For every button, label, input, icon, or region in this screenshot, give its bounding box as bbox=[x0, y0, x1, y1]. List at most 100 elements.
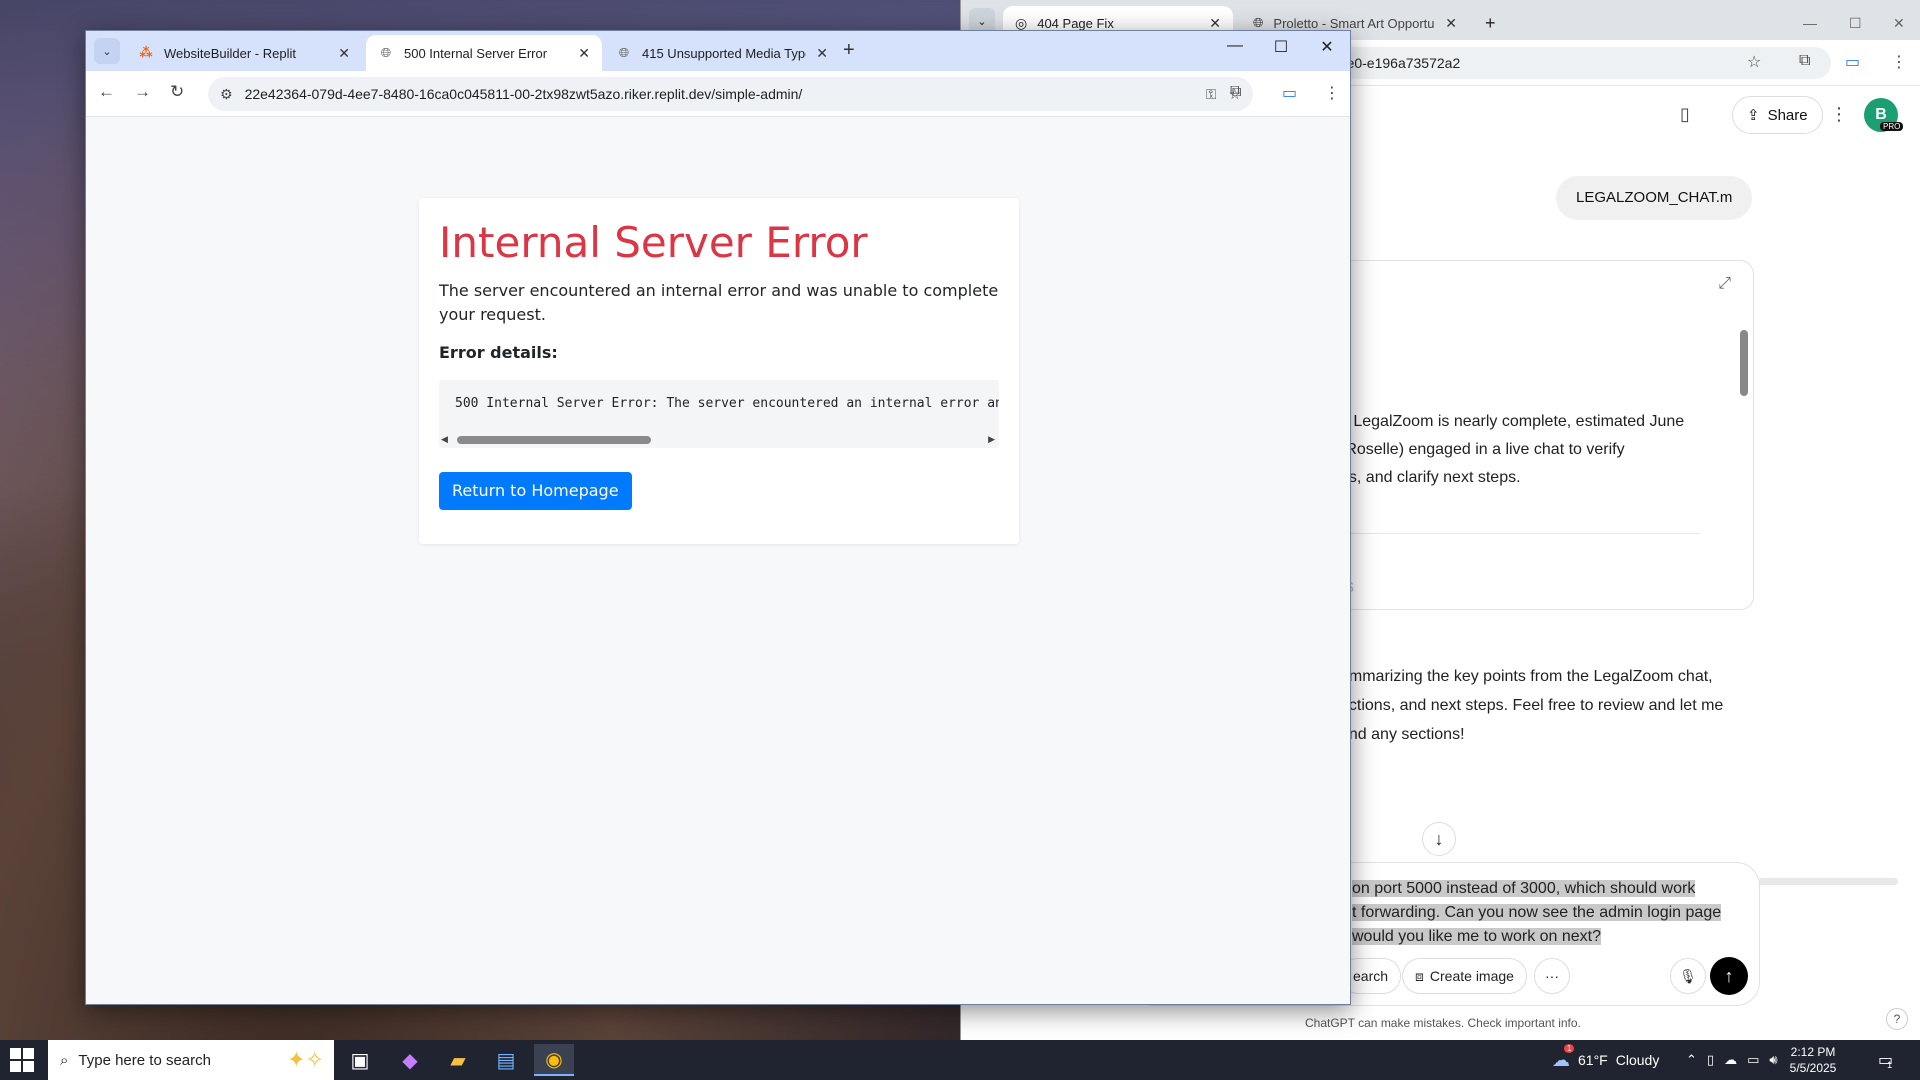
clock-time: 2:12 PM bbox=[1790, 1045, 1836, 1059]
maximize-button[interactable]: ☐ bbox=[1258, 37, 1304, 57]
browser-window: ⌄ ⁂ WebsiteBuilder - Replit ✕ 🌐︎ 500 Int… bbox=[85, 30, 1351, 1005]
menu-icon[interactable]: ⋮ bbox=[1324, 83, 1340, 103]
pill-label: Create image bbox=[1429, 968, 1514, 984]
onedrive-icon[interactable]: ☁︎ bbox=[1724, 1052, 1737, 1068]
site-info-icon[interactable]: ⚙︎ bbox=[220, 86, 233, 103]
microphone-icon: 🎙︎ bbox=[1679, 967, 1697, 984]
notifications-button[interactable]: ▭ 1 bbox=[1878, 1040, 1893, 1080]
forward-arrow-icon[interactable]: → bbox=[134, 82, 151, 102]
maximize-button[interactable]: ☐ bbox=[1837, 6, 1874, 40]
menu-icon[interactable]: ⋮ bbox=[1891, 52, 1907, 72]
reload-icon[interactable]: ↻ bbox=[170, 82, 184, 102]
tab-strip: ⌄ ⁂ WebsiteBuilder - Replit ✕ 🌐︎ 500 Int… bbox=[86, 31, 1350, 71]
scroll-right-icon[interactable]: ▶ bbox=[988, 434, 995, 445]
password-key-icon[interactable]: ⚿ bbox=[1206, 86, 1217, 103]
reply-line: actions, and next steps. Feel free to re… bbox=[1340, 697, 1724, 714]
chevron-up-icon[interactable]: ⌃ bbox=[1686, 1052, 1697, 1068]
composer-text[interactable]: on port 5000 instead of 3000, which shou… bbox=[1352, 877, 1752, 949]
tab-title: WebsiteBuilder - Replit bbox=[164, 45, 296, 61]
create-image-button[interactable]: ⧈ Create image bbox=[1402, 958, 1527, 994]
tab-search-button[interactable]: ⌄ bbox=[94, 38, 120, 64]
file-explorer-icon[interactable]: ▰ bbox=[438, 1044, 478, 1076]
image-icon: ⧈ bbox=[1415, 967, 1424, 984]
composer-line: would you like me to work on next? bbox=[1352, 928, 1602, 945]
close-tab-icon[interactable]: ✕ bbox=[338, 45, 350, 62]
error-card: Internal Server Error The server encount… bbox=[419, 198, 1019, 544]
new-tab-button[interactable]: + bbox=[1473, 6, 1508, 40]
star-icon[interactable]: ☆ bbox=[1747, 52, 1761, 72]
doc-line: us, and clarify next steps. bbox=[1340, 469, 1521, 486]
copilot-icon[interactable]: ◆ bbox=[390, 1044, 430, 1076]
clock[interactable]: 2:12 PM 5/5/2025 bbox=[1768, 1044, 1858, 1076]
send-button[interactable]: ↑ bbox=[1710, 957, 1748, 995]
reply-line: ummarizing the key points from the Legal… bbox=[1340, 668, 1713, 685]
profile-extension-icon[interactable]: ▭ bbox=[1845, 52, 1860, 72]
extensions-icon[interactable]: ⧉ bbox=[1230, 83, 1241, 101]
network-icon[interactable]: ▭ bbox=[1747, 1052, 1759, 1068]
system-tray: ⌃ ▯ ☁︎ ▭ 🔊︎ bbox=[1686, 1040, 1778, 1080]
error-details-code-block[interactable]: 500 Internal Server Error: The server en… bbox=[439, 380, 999, 448]
reply-line: and any sections! bbox=[1340, 726, 1465, 743]
tab-title: 500 Internal Server Error bbox=[404, 45, 548, 61]
tab-title: Proletto - Smart Art Opportuni bbox=[1273, 15, 1436, 31]
close-tab-icon[interactable]: ✕ bbox=[816, 45, 828, 62]
microphone-button[interactable]: 🎙︎ bbox=[1670, 958, 1706, 994]
return-to-homepage-button[interactable]: Return to Homepage bbox=[439, 472, 632, 510]
tab-title: 415 Unsupported Media Type bbox=[642, 45, 807, 61]
more-options-icon[interactable]: ⋮ bbox=[1830, 104, 1848, 125]
expand-icon[interactable]: ⤢ bbox=[1718, 275, 1731, 293]
scroll-thumb[interactable] bbox=[457, 436, 651, 444]
sparkle-icon: ✦✧ bbox=[287, 1047, 324, 1072]
scroll-left-icon[interactable]: ◀ bbox=[441, 434, 448, 445]
extensions-icon[interactable]: ⧉ bbox=[1799, 52, 1810, 70]
doc-scrollbar[interactable] bbox=[1740, 330, 1748, 396]
globe-icon: 🌐︎ bbox=[1253, 15, 1264, 30]
close-window-button[interactable]: ✕ bbox=[1304, 37, 1350, 57]
doc-line: (Roselle) engaged in a live chat to veri… bbox=[1340, 441, 1625, 458]
close-tab-icon[interactable]: ✕ bbox=[1209, 15, 1221, 32]
arrow-up-icon: ↑ bbox=[1724, 965, 1734, 986]
globe-icon: 🌐︎ bbox=[380, 45, 392, 60]
tab-500-internal-server-error[interactable]: 🌐︎ 500 Internal Server Error ✕ bbox=[366, 35, 602, 71]
tab-415-unsupported-media-type[interactable]: 🌐︎ 415 Unsupported Media Type ✕ bbox=[604, 35, 840, 71]
address-bar[interactable]: ⚙︎ 22e42364-079d-4ee7-8480-16ca0c045811-… bbox=[208, 77, 1253, 111]
assistant-reply: ummarizing the key points from the Legal… bbox=[1340, 662, 1760, 749]
document-icon[interactable]: ▯ bbox=[1680, 104, 1690, 125]
new-tab-button[interactable]: + bbox=[843, 39, 855, 62]
close-tab-icon[interactable]: ✕ bbox=[578, 45, 590, 62]
store-icon[interactable]: ▤ bbox=[486, 1044, 526, 1076]
task-view-icon[interactable]: ▣ bbox=[340, 1044, 380, 1076]
more-tools-button[interactable]: ··· bbox=[1534, 958, 1570, 994]
windows-start-button[interactable] bbox=[10, 1048, 34, 1072]
tablet-icon[interactable]: ▯ bbox=[1707, 1052, 1714, 1068]
minimize-button[interactable]: — bbox=[1212, 37, 1258, 55]
close-tab-icon[interactable]: ✕ bbox=[1445, 15, 1457, 32]
scroll-down-button[interactable]: ↓ bbox=[1422, 822, 1456, 856]
minimize-button[interactable]: — bbox=[1791, 6, 1829, 40]
back-arrow-icon[interactable]: ← bbox=[98, 82, 115, 102]
weather-text: Cloudy bbox=[1615, 1052, 1660, 1068]
divider bbox=[1340, 533, 1700, 534]
tab-websitebuilder-replit[interactable]: ⁂ WebsiteBuilder - Replit ✕ bbox=[126, 35, 362, 71]
replit-icon: ⁂ bbox=[139, 45, 153, 60]
profile-extension-icon[interactable]: ▭ bbox=[1282, 83, 1297, 103]
url-text[interactable]: 22e42364-079d-4ee7-8480-16ca0c045811-00-… bbox=[245, 86, 1194, 102]
disclaimer: ChatGPT can make mistakes. Check importa… bbox=[1305, 1016, 1581, 1030]
search-icon: ⌕ bbox=[60, 1051, 69, 1069]
weather-widget[interactable]: ☁︎ 1 61°F Cloudy bbox=[1552, 1040, 1659, 1080]
openai-icon: ◎ bbox=[1015, 14, 1028, 31]
share-label: Share bbox=[1767, 106, 1808, 124]
file-chip[interactable]: LEGALZOOM_CHAT.m bbox=[1556, 176, 1753, 220]
taskbar: ⌕ Type here to search ✦✧ ▣ ◆ ▰ ▤ ◉ ☁︎ 1 6… bbox=[0, 1040, 1920, 1080]
weather-temp: 61°F bbox=[1578, 1052, 1608, 1068]
help-button[interactable]: ? bbox=[1886, 1008, 1908, 1030]
error-details-code: 500 Internal Server Error: The server en… bbox=[455, 396, 999, 411]
more-icon: ··· bbox=[1545, 968, 1559, 984]
taskbar-search[interactable]: ⌕ Type here to search ✦✧ bbox=[48, 1040, 334, 1080]
horizontal-scrollbar[interactable] bbox=[1758, 878, 1898, 885]
share-button[interactable]: ⇪ Share bbox=[1732, 96, 1823, 134]
doc-line: a LegalZoom is nearly complete, estimate… bbox=[1340, 413, 1685, 430]
close-window-button[interactable]: ✕ bbox=[1881, 6, 1917, 40]
chrome-icon[interactable]: ◉ bbox=[534, 1044, 574, 1076]
code-scrollbar[interactable]: ◀ ▶ bbox=[439, 432, 999, 448]
